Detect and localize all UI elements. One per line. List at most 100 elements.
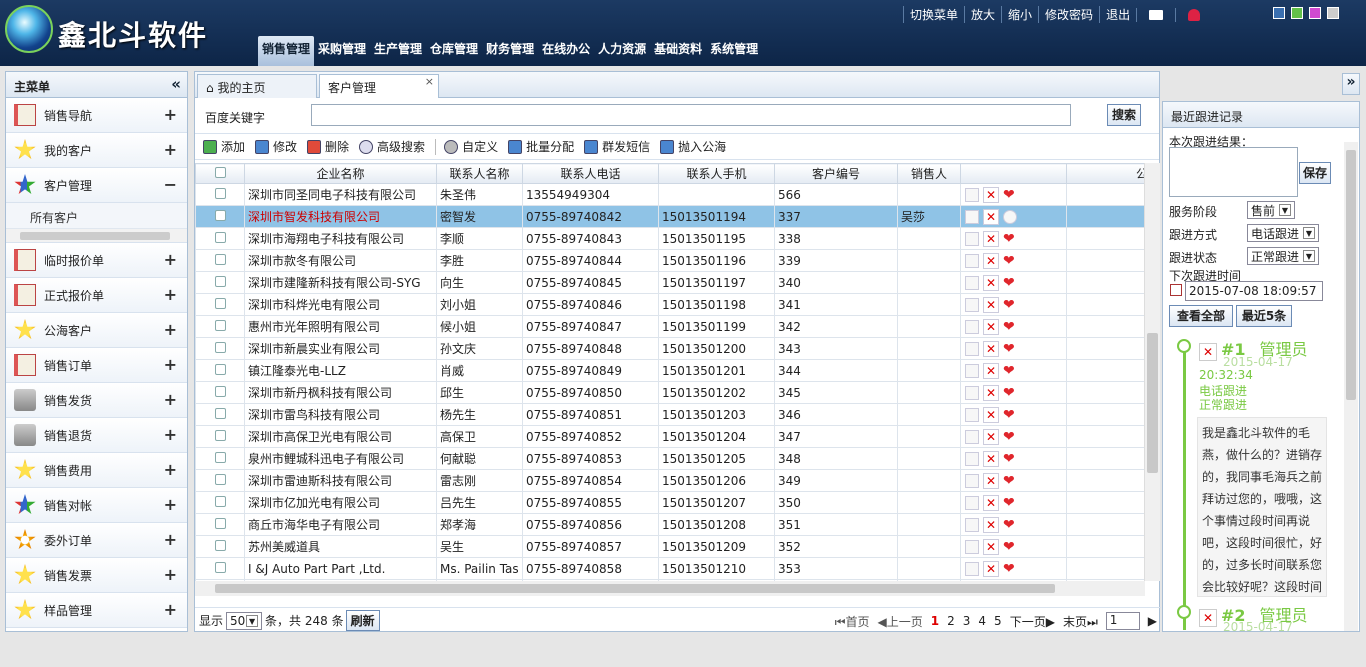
batch-assign-button[interactable]: 批量分配 <box>508 138 574 155</box>
row-checkbox-cell[interactable] <box>195 381 245 404</box>
delete-entry-icon[interactable]: ✕ <box>1199 342 1217 361</box>
switch-menu-link[interactable]: 切换菜单 <box>903 6 964 23</box>
page-link-3[interactable]: 3 <box>963 614 971 628</box>
topnav-office[interactable]: 在线办公 <box>538 36 594 66</box>
row-checkbox[interactable] <box>214 253 226 265</box>
row-checkbox[interactable] <box>214 473 226 485</box>
delete-row-icon[interactable]: ✕ <box>983 450 999 467</box>
expand-icon[interactable]: + <box>164 530 177 549</box>
sidebar-item[interactable]: 销售发货 + <box>6 383 187 418</box>
collapse-sidebar-icon[interactable]: « <box>171 75 181 93</box>
row-checkbox-cell[interactable] <box>195 227 245 250</box>
search-button[interactable]: 搜索 <box>1107 104 1141 126</box>
view-detail-icon[interactable] <box>965 231 979 246</box>
row-checkbox[interactable] <box>214 209 226 221</box>
heart-icon[interactable]: ❤ <box>1003 407 1015 423</box>
topnav-warehouse[interactable]: 仓库管理 <box>426 36 482 66</box>
phone-icon[interactable] <box>1003 209 1017 224</box>
delete-row-icon[interactable]: ✕ <box>983 340 999 357</box>
heart-icon[interactable]: ❤ <box>1003 451 1015 467</box>
row-checkbox[interactable] <box>214 275 226 287</box>
row-checkbox[interactable] <box>214 429 226 441</box>
row-checkbox[interactable] <box>214 517 226 529</box>
sidebar-item[interactable]: 公海客户 + <box>6 313 187 348</box>
delete-row-icon[interactable]: ✕ <box>983 516 999 533</box>
topnav-hr[interactable]: 人力资源 <box>594 36 650 66</box>
heart-icon[interactable]: ❤ <box>1003 297 1015 313</box>
table-row[interactable]: 深圳市海翔电子科技有限公司 李顺 0755-89740843 15013501195 3… <box>195 227 1145 250</box>
grid-hscroll-thumb[interactable] <box>215 584 1055 593</box>
submenu-scrollbar[interactable] <box>6 229 187 243</box>
view-detail-icon[interactable] <box>965 407 979 422</box>
expand-icon[interactable]: + <box>164 355 177 374</box>
heart-icon[interactable]: ❤ <box>1003 473 1015 489</box>
customize-button[interactable]: 自定义 <box>444 138 498 155</box>
col-contact-phone[interactable]: 联系人电话 <box>522 163 659 184</box>
row-checkbox-cell[interactable] <box>195 513 245 536</box>
table-row[interactable]: 深圳市雷迪斯科技有限公司 雷志刚 0755-89740854 15013501206 3… <box>195 469 1145 492</box>
row-checkbox-cell[interactable] <box>195 535 245 558</box>
expand-icon[interactable]: + <box>164 320 177 339</box>
row-checkbox[interactable] <box>214 231 226 243</box>
delete-row-icon[interactable]: ✕ <box>983 406 999 423</box>
status-select[interactable]: 正常跟进 ▼ <box>1247 247 1319 265</box>
page-link-4[interactable]: 4 <box>978 614 986 628</box>
expand-icon[interactable]: + <box>164 565 177 584</box>
sidebar-item[interactable]: 客户管理 − <box>6 168 187 203</box>
heart-icon[interactable]: ❤ <box>1003 363 1015 379</box>
method-select[interactable]: 电话跟进 ▼ <box>1247 224 1319 242</box>
view-detail-icon[interactable] <box>965 385 979 400</box>
delete-row-icon[interactable]: ✕ <box>983 472 999 489</box>
row-checkbox-cell[interactable] <box>195 359 245 382</box>
delete-entry-icon[interactable]: ✕ <box>1199 608 1217 627</box>
edit-button[interactable]: 修改 <box>255 138 297 155</box>
sidebar-item[interactable]: 销售退货 + <box>6 418 187 453</box>
last-page-link[interactable]: 末页⏭ <box>1063 613 1098 630</box>
page-link-2[interactable]: 2 <box>947 614 955 628</box>
expand-icon[interactable]: + <box>164 250 177 269</box>
row-checkbox[interactable] <box>214 561 226 573</box>
row-checkbox-cell[interactable] <box>195 205 245 228</box>
row-checkbox-cell[interactable] <box>195 447 245 470</box>
table-row[interactable]: 惠州市光年照明有限公司 候小姐 0755-89740847 15013501199 34… <box>195 315 1145 338</box>
row-checkbox[interactable] <box>214 385 226 397</box>
view-detail-icon[interactable] <box>965 187 979 202</box>
followup-scrollbar[interactable] <box>1344 142 1358 631</box>
table-row[interactable]: I &J Auto Part Part ,Ltd. Ms. Pailin Tas 0… <box>195 557 1145 580</box>
bulk-sms-button[interactable]: 群发短信 <box>584 138 650 155</box>
expand-icon[interactable]: + <box>164 460 177 479</box>
topnav-basic-data[interactable]: 基础资料 <box>650 36 706 66</box>
delete-row-icon[interactable]: ✕ <box>983 318 999 335</box>
expand-icon[interactable]: + <box>164 390 177 409</box>
heart-icon[interactable]: ❤ <box>1003 385 1015 401</box>
move-to-public-button[interactable]: 抛入公海 <box>660 138 726 155</box>
goto-page-input[interactable]: 1 <box>1105 612 1140 630</box>
heart-icon[interactable]: ❤ <box>1003 341 1015 357</box>
row-checkbox[interactable] <box>214 451 226 463</box>
table-row[interactable]: 深圳市同圣同电子科技有限公司 朱圣伟 13554949304 566 ✕ ❤ <box>195 183 1145 206</box>
delete-row-icon[interactable]: ✕ <box>983 428 999 445</box>
first-page-link[interactable]: ⏮首页 <box>835 613 870 630</box>
next-page-link[interactable]: 下一页▶ <box>1010 613 1055 630</box>
table-row[interactable]: 深圳市新晨实业有限公司 孙文庆 0755-89740848 15013501200 34… <box>195 337 1145 360</box>
goto-page-button[interactable]: ▶ <box>1148 614 1157 628</box>
table-row[interactable]: 深圳市雷鸟科技有限公司 杨先生 0755-89740851 15013501203 34… <box>195 403 1145 426</box>
sidebar-item[interactable]: 销售订单 + <box>6 348 187 383</box>
table-row[interactable]: 深圳市建隆新科技有限公司-SYG 向生 0755-89740845 150135011… <box>195 271 1145 294</box>
heart-icon[interactable]: ❤ <box>1003 561 1015 577</box>
heart-icon[interactable]: ❤ <box>1003 517 1015 533</box>
delete-row-icon[interactable]: ✕ <box>983 494 999 511</box>
skin-pink[interactable] <box>1309 7 1321 19</box>
expand-icon[interactable]: + <box>164 105 177 124</box>
recent-5-button[interactable]: 最近5条 <box>1236 305 1292 327</box>
expand-icon[interactable]: + <box>164 495 177 514</box>
delete-button[interactable]: 删除 <box>307 138 349 155</box>
submenu-scroll-thumb[interactable] <box>20 232 170 240</box>
expand-panel-icon[interactable]: » <box>1342 73 1360 95</box>
table-row[interactable]: 泉州市鲤城科迅电子有限公司 何献聪 0755-89740853 15013501205… <box>195 447 1145 470</box>
delete-row-icon[interactable]: ✕ <box>983 362 999 379</box>
row-checkbox[interactable] <box>214 363 226 375</box>
view-detail-icon[interactable] <box>965 539 979 554</box>
delete-row-icon[interactable]: ✕ <box>983 208 999 225</box>
followup-result-input[interactable] <box>1169 147 1298 197</box>
